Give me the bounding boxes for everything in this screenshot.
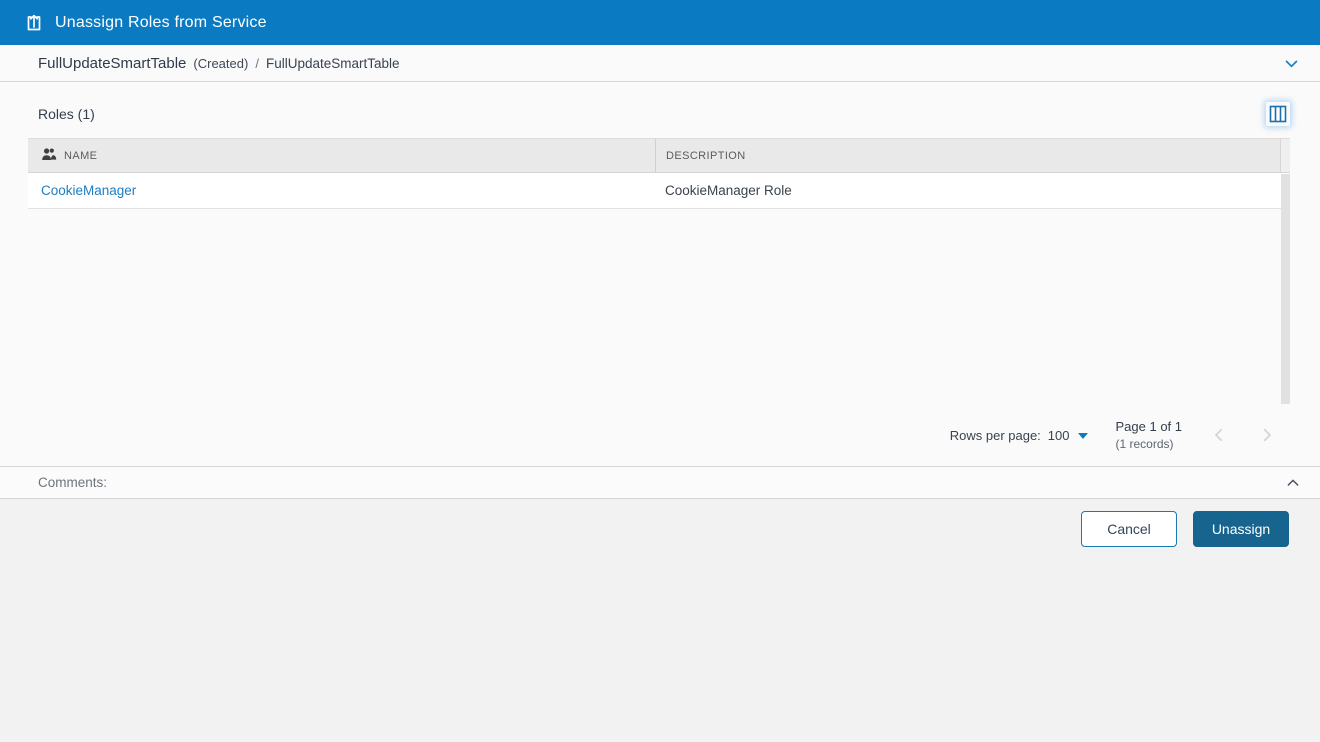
cancel-button[interactable]: Cancel <box>1081 511 1177 547</box>
page-info: Page 1 of 1 (1 records) <box>1116 418 1183 452</box>
table-empty-area <box>28 209 1290 404</box>
rows-per-page-value: 100 <box>1047 427 1070 443</box>
breadcrumb-service-name: FullUpdateSmartTable <box>38 54 187 72</box>
dialog-content: Roles (1) NAME DESCRIPTION CookieManager… <box>0 82 1320 466</box>
table-row[interactable]: CookieManager CookieManager Role <box>28 173 1290 209</box>
page-indicator: Page 1 of 1 <box>1115 419 1183 435</box>
unassign-roles-dialog: Unassign Roles from Service FullUpdateSm… <box>0 0 1320 742</box>
dialog-footer: Cancel Unassign <box>0 499 1320 742</box>
dialog-title: Unassign Roles from Service <box>55 13 267 31</box>
breadcrumb: FullUpdateSmartTable (Created) / FullUpd… <box>0 45 1320 82</box>
unassign-button[interactable]: Unassign <box>1193 511 1289 547</box>
table-scrollbar[interactable] <box>1281 174 1290 404</box>
rows-per-page-select[interactable]: Rows per page: 100 <box>950 428 1088 443</box>
comments-label: Comments: <box>38 475 108 490</box>
columns-icon[interactable] <box>1266 102 1290 126</box>
table-header-row: NAME DESCRIPTION <box>28 138 1290 173</box>
roles-table: NAME DESCRIPTION CookieManager CookieMan… <box>28 138 1290 466</box>
rows-per-page-label: Rows per page: <box>949 427 1041 443</box>
chevron-right-icon[interactable] <box>1258 426 1276 444</box>
roles-section-header: Roles (1) <box>28 82 1290 138</box>
breadcrumb-separator: / <box>255 55 259 71</box>
table-pagination: Rows per page: 100 Page 1 of 1 (1 record… <box>28 404 1290 466</box>
records-count: (1 records) <box>1115 436 1174 451</box>
users-icon <box>41 147 57 164</box>
chevron-down-icon[interactable] <box>1278 50 1304 76</box>
breadcrumb-status: (Created) <box>193 55 249 71</box>
chevron-left-icon[interactable] <box>1210 426 1228 444</box>
column-header-name[interactable]: NAME <box>28 139 655 172</box>
comments-section-toggle[interactable]: Comments: <box>0 466 1320 499</box>
chevron-up-icon[interactable] <box>1280 470 1306 496</box>
role-name-link[interactable]: CookieManager <box>41 183 136 198</box>
breadcrumb-trail: FullUpdateSmartTable (Created) / FullUpd… <box>38 55 400 72</box>
dropdown-caret-icon <box>1077 433 1088 439</box>
page-nav <box>1210 426 1282 444</box>
column-header-name-label: NAME <box>64 149 98 162</box>
breadcrumb-item: FullUpdateSmartTable <box>265 55 400 71</box>
column-header-description-label: DESCRIPTION <box>666 149 746 162</box>
dialog-titlebar: Unassign Roles from Service <box>0 0 1320 45</box>
column-header-description[interactable]: DESCRIPTION <box>655 139 1280 172</box>
roles-section-title: Roles (1) <box>38 106 95 122</box>
table-header-endcap <box>1280 139 1290 172</box>
role-description-cell: CookieManager Role <box>665 183 792 198</box>
unassign-export-icon <box>24 13 44 33</box>
role-name-cell: CookieManager <box>28 183 655 198</box>
